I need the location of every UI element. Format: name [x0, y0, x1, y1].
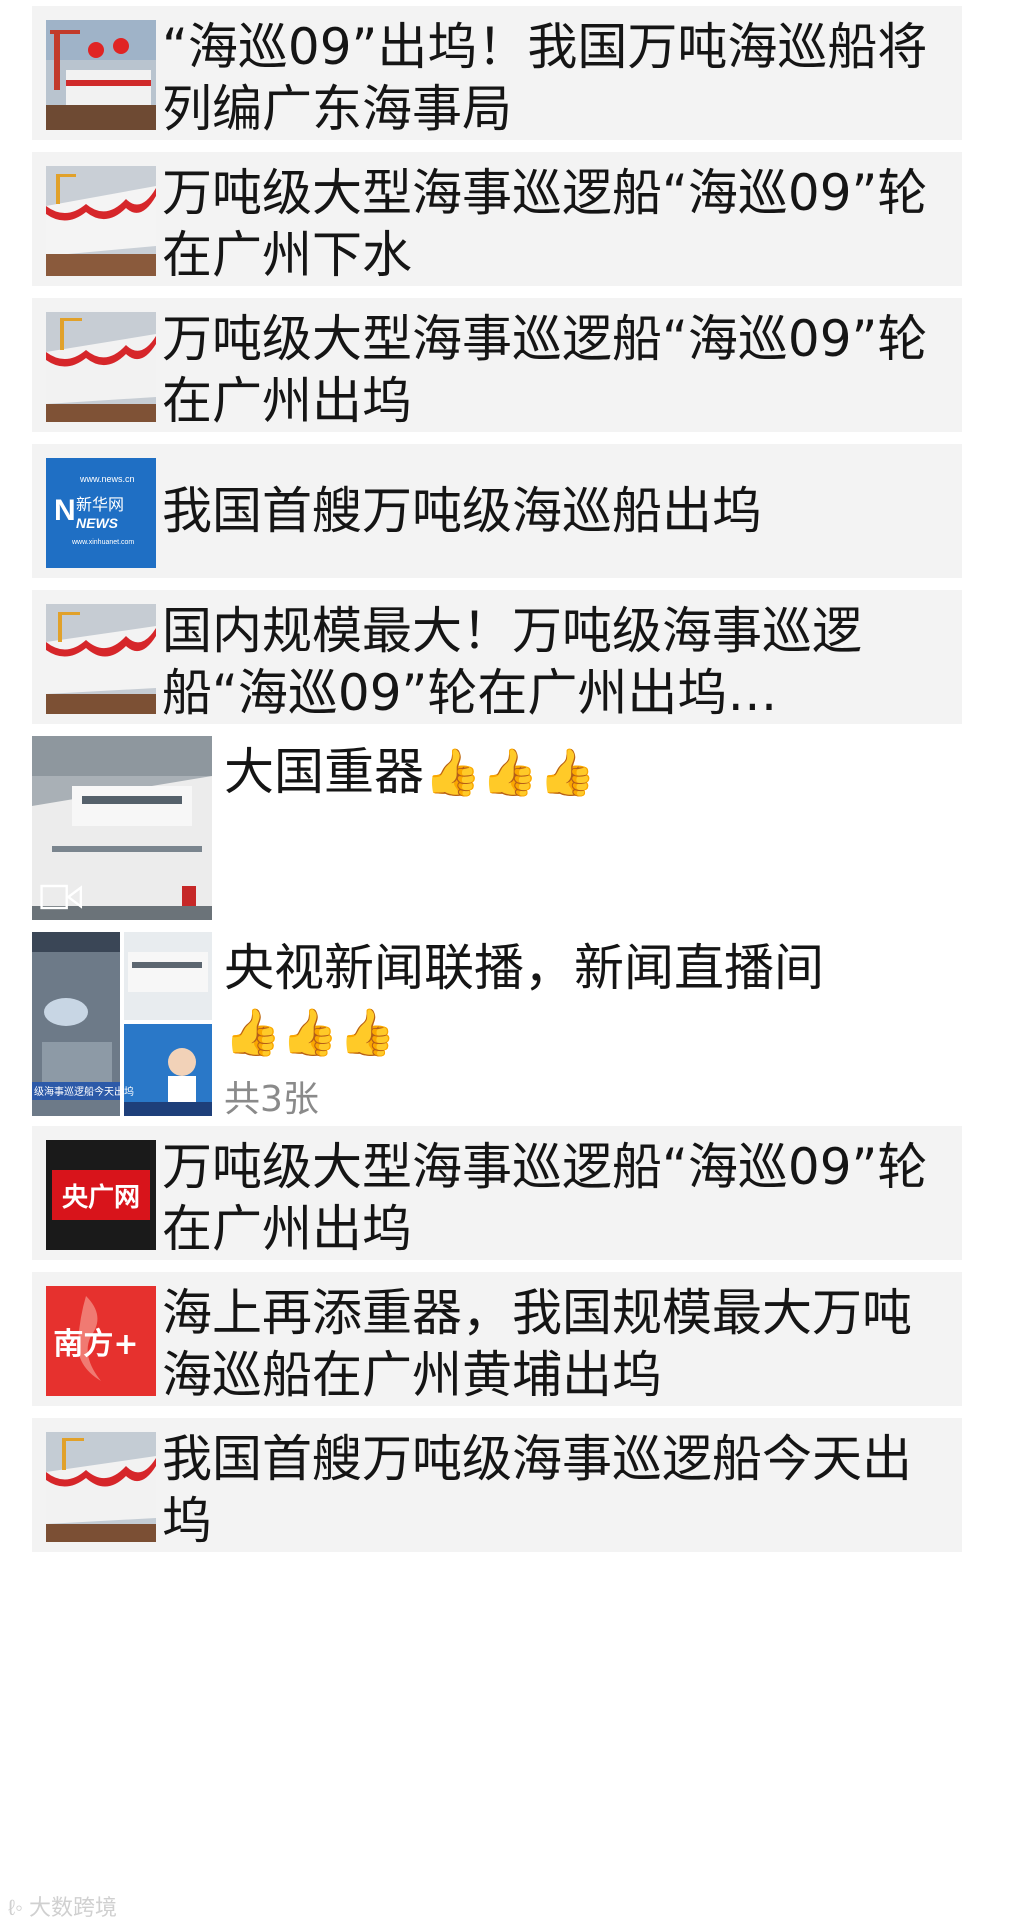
ship-bow-thumbnail	[46, 1432, 156, 1542]
watermark: ℓ◦ 大数跨境	[8, 1890, 117, 1920]
news-card[interactable]: “海巡09”出坞！我国万吨海巡船将列编广东海事局	[32, 6, 962, 140]
tv-news-collage[interactable]: 级海事巡逻船今天出坞	[32, 932, 212, 1116]
image-count: 共3张	[224, 1079, 319, 1120]
nanfang-plus-logo: 南方+	[46, 1286, 156, 1396]
logo-site-text: www.news.cn	[79, 474, 135, 484]
ship-bow-thumbnail	[46, 312, 156, 422]
svg-text:N: N	[54, 494, 76, 527]
moment-post[interactable]: 大国重器👍👍👍	[32, 736, 962, 920]
news-card[interactable]: 央广网 万吨级大型海事巡逻船“海巡09”轮在广州出坞	[32, 1126, 962, 1260]
cnr-logo: 央广网	[46, 1140, 156, 1250]
thumbs-up-icon: 👍👍👍	[424, 745, 596, 799]
news-card-title: 我国首艘万吨级海事巡逻船今天出坞	[162, 1430, 912, 1550]
tv-caption-text: 级海事巡逻船今天出坞	[34, 1085, 134, 1098]
news-card[interactable]: www.news.cn N 新华网 NEWS www.xinhuanet.com…	[32, 444, 962, 578]
news-card-title: 万吨级大型海事巡逻船“海巡09”轮在广州出坞	[162, 1138, 928, 1258]
news-card-title: 我国首艘万吨级海巡船出坞	[162, 482, 762, 540]
news-card-title: 海上再添重器，我国规模最大万吨海巡船在广州黄埔出坞	[162, 1284, 912, 1404]
news-card-title: 国内规模最大！万吨级海事巡逻船“海巡09”轮在广州出坞…	[162, 602, 862, 722]
watermark-icon: ℓ◦	[8, 1895, 23, 1920]
share-feed: “海巡09”出坞！我国万吨海巡船将列编广东海事局 万吨级大型海事巡逻船“海巡09…	[0, 0, 1025, 1920]
ship-video-thumbnail[interactable]	[32, 736, 212, 920]
cnr-logo-text: 央广网	[62, 1183, 140, 1213]
news-card[interactable]: 我国首艘万吨级海事巡逻船今天出坞	[32, 1418, 962, 1552]
video-icon	[40, 884, 83, 910]
xinhua-news-logo: www.news.cn N 新华网 NEWS www.xinhuanet.com	[46, 458, 156, 568]
news-card-title: 万吨级大型海事巡逻船“海巡09”轮在广州出坞	[162, 310, 928, 430]
nanfang-logo-text: 南方+	[53, 1327, 138, 1362]
news-card[interactable]: 万吨级大型海事巡逻船“海巡09”轮在广州下水	[32, 152, 962, 286]
ship-bow-thumbnail	[46, 604, 156, 714]
ship-launch-thumbnail	[46, 20, 156, 130]
post-text: 央视新闻联播，新闻直播间 👍👍👍	[224, 936, 962, 1064]
ship-bow-thumbnail	[46, 166, 156, 276]
news-card[interactable]: 南方+ 海上再添重器，我国规模最大万吨海巡船在广州黄埔出坞	[32, 1272, 962, 1406]
watermark-text: 大数跨境	[29, 1895, 118, 1920]
news-card[interactable]: 万吨级大型海事巡逻船“海巡09”轮在广州出坞	[32, 298, 962, 432]
logo-sub-text: NEWS	[76, 515, 119, 531]
moment-post[interactable]: 级海事巡逻船今天出坞 央视新闻联播，新闻直播间 👍👍👍 共3张	[32, 932, 962, 1120]
news-card-title: “海巡09”出坞！我国万吨海巡船将列编广东海事局	[162, 18, 928, 138]
post-text-content: 大国重器	[224, 743, 424, 801]
logo-brand-text: 新华网	[76, 495, 124, 514]
post-text: 大国重器👍👍👍	[224, 740, 962, 804]
post-text-content: 央视新闻联播，新闻直播间	[224, 939, 824, 997]
thumbs-up-icon: 👍👍👍	[224, 1005, 396, 1059]
logo-url-text: www.xinhuanet.com	[71, 539, 134, 546]
news-card[interactable]: 国内规模最大！万吨级海事巡逻船“海巡09”轮在广州出坞…	[32, 590, 962, 724]
news-card-title: 万吨级大型海事巡逻船“海巡09”轮在广州下水	[162, 164, 928, 284]
